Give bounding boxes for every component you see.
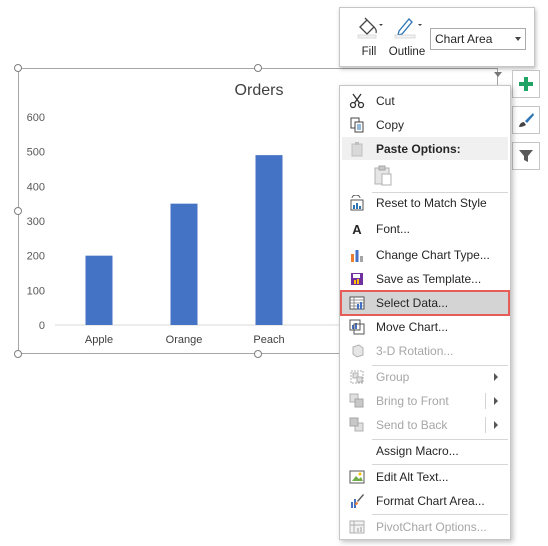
move-chart-icon (349, 319, 365, 335)
bar-apple (85, 255, 113, 325)
y-tick-label: 200 (27, 251, 45, 263)
menu-item-3d-rotation: 3-D Rotation... (342, 339, 508, 363)
group-icon (350, 370, 364, 384)
bar-peach (255, 155, 283, 325)
context-menu: Cut Copy Paste Options: Reset to Match S… (339, 85, 511, 540)
pivot-options-icon (349, 520, 365, 534)
reset-style-icon (350, 195, 364, 211)
menu-item-edit-alt-text[interactable]: Edit Alt Text... (342, 465, 508, 489)
send-back-icon (349, 417, 364, 432)
menu-item-select-data[interactable]: Select Data... (340, 290, 510, 316)
y-tick-label: 500 (27, 147, 45, 159)
chevron-right-icon (494, 373, 498, 381)
chart-type-icon (351, 250, 363, 262)
paste-clipboard-icon (374, 165, 392, 186)
chart-element-dropdown[interactable]: Chart Area (430, 28, 526, 50)
x-tick-label: Apple (85, 334, 113, 346)
menu-item-reset-to-match-style[interactable]: Reset to Match Style (342, 191, 508, 215)
menu-item-pivotchart-options: PivotChart Options... (342, 515, 508, 539)
resize-handle-top-middle[interactable] (254, 64, 262, 72)
chart-filter-indicator-icon (494, 72, 502, 77)
paste-options-header: Paste Options: (342, 137, 508, 160)
chart-element-value: Chart Area (435, 32, 493, 46)
y-tick-label: 400 (27, 181, 45, 193)
paint-bucket-icon (357, 17, 383, 39)
fill-label: Fill (361, 46, 377, 58)
format-mini-toolbar: Fill Outline Chart Area (339, 7, 535, 67)
save-template-icon (351, 273, 363, 285)
menu-item-format-chart-area[interactable]: Format Chart Area... (342, 489, 508, 513)
menu-item-copy[interactable]: Copy (342, 113, 508, 137)
menu-item-assign-macro[interactable]: Assign Macro... (342, 439, 508, 463)
copy-icon (350, 117, 364, 133)
paste-icon (351, 141, 363, 156)
x-tick-label: Orange (166, 334, 203, 346)
filter-icon (519, 150, 533, 162)
outline-label: Outline (388, 46, 426, 58)
chart-title: Orders (235, 82, 284, 99)
paste-option-button[interactable] (370, 162, 396, 188)
brush-icon (519, 113, 534, 127)
x-tick-label: Peach (253, 334, 284, 346)
outline-button[interactable]: Outline (386, 14, 428, 58)
rotation-3d-icon (352, 344, 364, 358)
bar-orange (170, 203, 198, 325)
y-tick-label: 100 (27, 285, 45, 297)
scissors-icon (349, 93, 365, 109)
alt-text-icon (349, 470, 365, 484)
menu-item-change-chart-type[interactable]: Change Chart Type... (342, 243, 508, 267)
split-divider (485, 417, 486, 433)
chart-elements-button[interactable] (512, 70, 540, 98)
split-divider (485, 393, 486, 409)
resize-handle-top-left[interactable] (14, 64, 22, 72)
menu-item-group: Group (342, 365, 508, 389)
resize-handle-bottom-left[interactable] (14, 350, 22, 358)
format-area-icon (351, 494, 364, 508)
pen-outline-icon (394, 18, 422, 39)
resize-handle-middle-left[interactable] (14, 207, 22, 215)
select-data-icon (349, 296, 365, 310)
chevron-right-icon (494, 421, 498, 429)
y-tick-label: 0 (39, 320, 45, 332)
bring-front-icon (349, 393, 364, 408)
y-tick-label: 300 (27, 216, 45, 228)
menu-item-save-as-template[interactable]: Save as Template... (342, 267, 508, 291)
menu-item-bring-to-front: Bring to Front (342, 389, 508, 413)
chevron-right-icon (494, 397, 498, 405)
chart-filters-button[interactable] (512, 142, 540, 170)
font-icon: A (352, 221, 362, 237)
chart-styles-button[interactable] (512, 106, 540, 134)
fill-button[interactable]: Fill (352, 14, 386, 58)
plus-icon (519, 77, 533, 91)
resize-handle-bottom-middle[interactable] (254, 350, 262, 358)
y-tick-label: 600 (27, 112, 45, 124)
menu-item-font[interactable]: A Font... (342, 217, 508, 241)
chevron-down-icon (515, 37, 521, 41)
menu-item-send-to-back: Send to Back (342, 413, 508, 437)
menu-item-cut[interactable]: Cut (342, 89, 508, 113)
menu-item-move-chart[interactable]: Move Chart... (342, 315, 508, 339)
